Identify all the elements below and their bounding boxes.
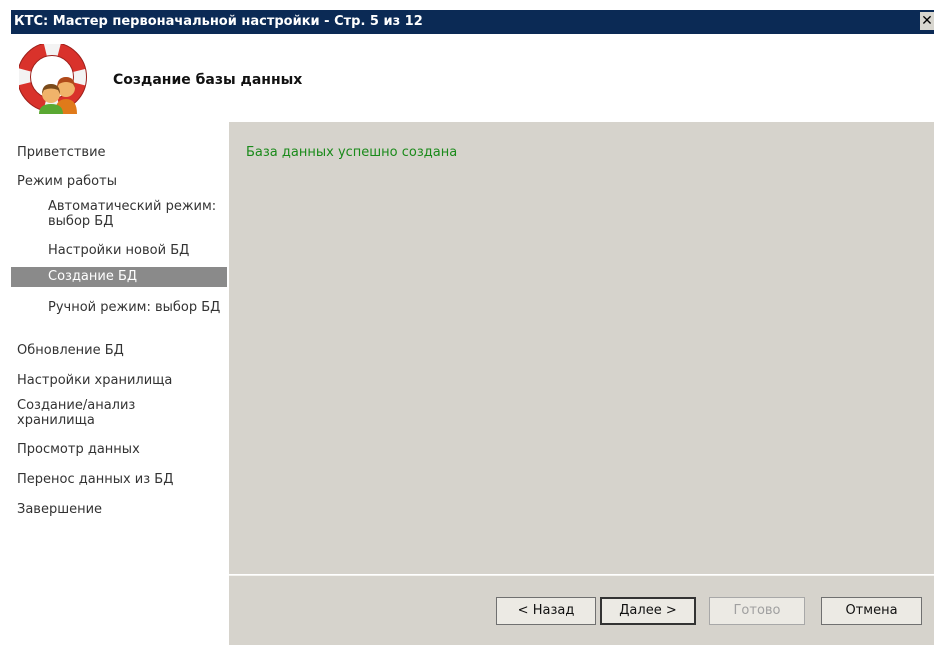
nav-item-label: Просмотр данных <box>17 442 140 457</box>
nav-item-label: Обновление БД <box>17 343 124 358</box>
status-message: База данных успешно создана <box>246 145 458 160</box>
nav-item-storage-settings[interactable]: Настройки хранилища <box>11 373 227 388</box>
nav-item-label: Настройки хранилища <box>17 373 173 388</box>
nav-item-auto-db-select[interactable]: Автоматический режим: выбор БД <box>11 199 227 229</box>
wizard-steps-nav: Приветствие Режим работы Автоматический … <box>11 122 227 644</box>
nav-item-welcome[interactable]: Приветствие <box>11 145 227 160</box>
nav-item-label: Завершение <box>17 502 103 517</box>
nav-item-label: Автоматический режим: выбор БД <box>48 199 217 229</box>
nav-item-label: Создание БД <box>48 269 138 284</box>
page-heading: Создание базы данных <box>113 72 303 88</box>
nav-item-label: Режим работы <box>17 174 117 189</box>
nav-item-transfer-data[interactable]: Перенос данных из БД <box>11 472 227 487</box>
cancel-button[interactable]: Отмена <box>821 597 922 625</box>
nav-item-create-db[interactable]: Создание БД <box>11 267 227 287</box>
close-button[interactable]: ✕ <box>920 12 934 30</box>
nav-item-storage-create[interactable]: Создание/анализ хранилища <box>11 398 167 428</box>
nav-item-finish[interactable]: Завершение <box>11 502 227 517</box>
nav-item-update-db[interactable]: Обновление БД <box>11 343 227 358</box>
window-title: КТС: Мастер первоначальной настройки - С… <box>14 14 423 29</box>
nav-item-manual-db-select[interactable]: Ручной режим: выбор БД <box>11 300 227 315</box>
back-button[interactable]: < Назад <box>496 597 596 625</box>
nav-item-label: Настройки новой БД <box>48 243 190 258</box>
button-bar: < Назад Далее > Готово Отмена <box>229 575 934 645</box>
content-panel: База данных успешно создана <box>229 122 934 574</box>
close-icon: ✕ <box>921 13 933 29</box>
finish-button-label: Готово <box>733 603 781 618</box>
next-button-label: Далее > <box>619 603 677 618</box>
cancel-button-label: Отмена <box>845 603 898 618</box>
lifebuoy-users-icon <box>19 44 87 114</box>
nav-item-label: Ручной режим: выбор БД <box>48 300 221 315</box>
nav-item-label: Перенос данных из БД <box>17 472 174 487</box>
nav-item-new-db-settings[interactable]: Настройки новой БД <box>11 243 227 258</box>
next-button[interactable]: Далее > <box>600 597 696 625</box>
wizard-header: Создание базы данных <box>11 34 934 122</box>
frame-top <box>0 0 934 10</box>
nav-item-label: Приветствие <box>17 145 106 160</box>
wizard-window: Создание базы данных Приветствие Режим р… <box>11 34 934 645</box>
nav-item-view-data[interactable]: Просмотр данных <box>11 442 227 457</box>
finish-button[interactable]: Готово <box>709 597 805 625</box>
title-bar[interactable]: КТС: Мастер первоначальной настройки - С… <box>11 10 934 34</box>
nav-item-label: Создание/анализ хранилища <box>17 398 136 428</box>
back-button-label: < Назад <box>517 603 575 618</box>
nav-item-mode[interactable]: Режим работы <box>11 174 227 189</box>
